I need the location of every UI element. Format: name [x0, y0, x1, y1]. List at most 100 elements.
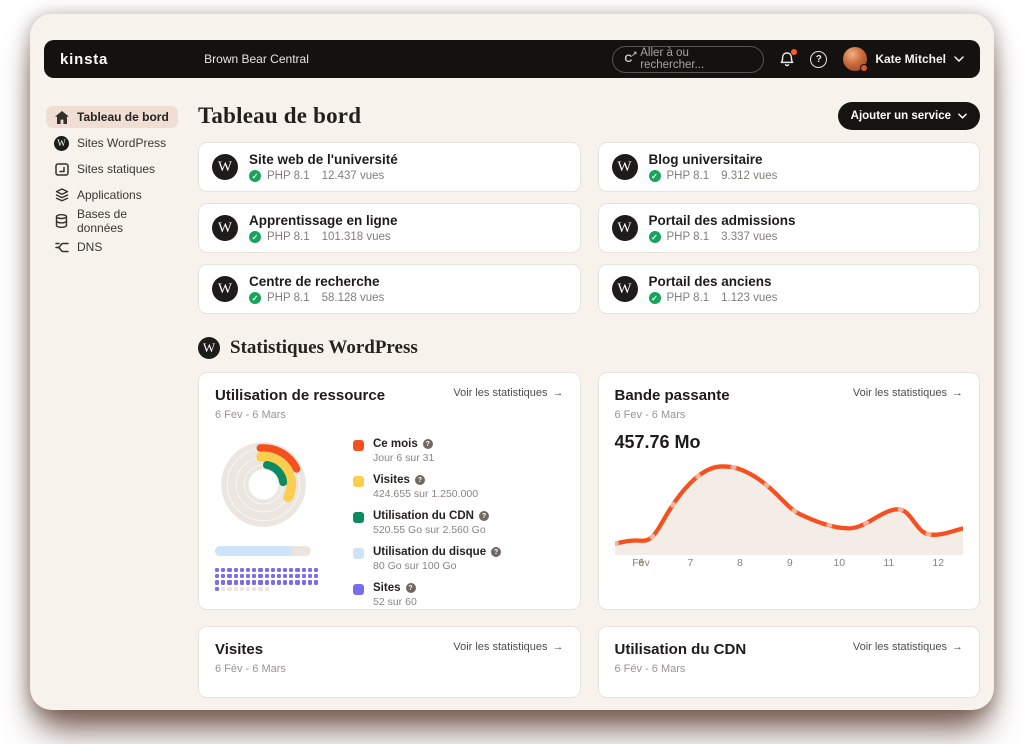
status-ok-icon: ✓ [249, 170, 261, 182]
help-button[interactable]: ? [810, 51, 827, 68]
site-card[interactable]: W Apprentissage en ligne ✓ PHP 8.1 101.3… [198, 203, 581, 253]
site-dot [227, 587, 231, 591]
legend-item: Sites? 52 sur 60 [353, 582, 501, 608]
arrow-right-icon: → [952, 641, 963, 653]
site-dot [240, 568, 244, 572]
site-dot [246, 587, 250, 591]
help-icon[interactable]: ? [479, 511, 489, 521]
legend-item: Utilisation du disque? 80 Go sur 100 Go [353, 546, 501, 572]
site-dot [271, 580, 275, 584]
sidebar-item-dns[interactable]: DNS [46, 236, 178, 258]
sidebar-item-applications[interactable]: Applications [46, 184, 178, 206]
site-dot [265, 568, 269, 572]
site-dot [221, 574, 225, 578]
site-card[interactable]: W Portail des anciens ✓ PHP 8.1 1.123 vu… [598, 264, 981, 314]
site-card[interactable]: W Blog universitaire ✓ PHP 8.1 9.312 vue… [598, 142, 981, 192]
legend-swatch [353, 548, 364, 559]
sidebar-item-databases[interactable]: Bases de données [46, 210, 178, 232]
chevron-down-icon [954, 56, 964, 62]
site-views: 3.337 vues [721, 231, 777, 243]
site-dot [215, 587, 219, 591]
status-ok-icon: ✓ [249, 292, 261, 304]
search-placeholder: Aller à ou rechercher... [640, 47, 752, 71]
avatar [843, 47, 867, 71]
main-content: Tableau de bord Ajouter un service W Sit… [182, 78, 980, 698]
site-dot [215, 574, 219, 578]
x-tick: 8 [737, 557, 743, 569]
php-version: PHP 8.1 [667, 170, 710, 182]
date-range: 6 Fev - 6 Mars [215, 409, 564, 421]
wordpress-icon: W [612, 276, 638, 302]
add-service-button[interactable]: Ajouter un service [838, 102, 980, 130]
help-icon[interactable]: ? [491, 547, 501, 557]
global-search-input[interactable]: C↗ Aller à ou rechercher... [612, 46, 764, 73]
site-dot [234, 574, 238, 578]
company-name: Brown Bear Central [204, 52, 309, 66]
site-dot [258, 568, 262, 572]
php-version: PHP 8.1 [667, 231, 710, 243]
status-ok-icon: ✓ [649, 231, 661, 243]
site-dot [314, 574, 318, 578]
php-version: PHP 8.1 [267, 292, 310, 304]
site-dot [308, 574, 312, 578]
legend-swatch [353, 584, 364, 595]
date-range: 6 Fév - 6 Mars [615, 663, 964, 675]
card-title: Visites [215, 641, 263, 658]
site-views: 101.318 vues [322, 231, 391, 243]
dns-icon [54, 240, 69, 255]
sidebar-item-dashboard[interactable]: Tableau de bord [46, 106, 178, 128]
card-title: Utilisation du CDN [615, 641, 747, 658]
site-dot [246, 574, 250, 578]
arrow-right-icon: → [952, 387, 963, 399]
app-window: kinsta Brown Bear Central C↗ Aller à ou … [30, 14, 994, 710]
site-dot [215, 580, 219, 584]
site-card[interactable]: W Site web de l'université ✓ PHP 8.1 12.… [198, 142, 581, 192]
site-dot [308, 568, 312, 572]
disk-usage-bar [215, 546, 311, 556]
legend-swatch [353, 440, 364, 451]
site-dot [234, 580, 238, 584]
site-dot [240, 587, 244, 591]
help-icon[interactable]: ? [423, 439, 433, 449]
site-dot [240, 574, 244, 578]
site-dot [258, 574, 262, 578]
site-dot [258, 587, 262, 591]
site-dot [221, 587, 225, 591]
status-ok-icon: ✓ [649, 292, 661, 304]
site-dot [252, 574, 256, 578]
site-card[interactable]: W Portail des admissions ✓ PHP 8.1 3.337… [598, 203, 981, 253]
date-range: 6 Fév - 6 Mars [215, 663, 564, 675]
visits-card: Visites Voir les statistiques→ 6 Fév - 6… [198, 626, 581, 698]
site-card[interactable]: W Centre de recherche ✓ PHP 8.1 58.128 v… [198, 264, 581, 314]
site-dot [271, 574, 275, 578]
notifications-button[interactable] [779, 51, 795, 68]
card-title: Utilisation de ressource [215, 387, 385, 404]
site-dot [302, 580, 306, 584]
view-statistics-link[interactable]: Voir les statistiques→ [453, 641, 563, 653]
site-views: 1.123 vues [721, 292, 777, 304]
cdn-usage-card: Utilisation du CDN Voir les statistiques… [598, 626, 981, 698]
site-dot [215, 568, 219, 572]
wordpress-icon: W [54, 136, 69, 151]
x-tick: 7 [688, 557, 694, 569]
site-dot [252, 568, 256, 572]
home-icon [54, 110, 69, 125]
site-dot [234, 568, 238, 572]
database-icon [54, 214, 69, 229]
avatar-badge [860, 64, 868, 72]
help-icon[interactable]: ? [415, 475, 425, 485]
help-icon[interactable]: ? [406, 583, 416, 593]
bandwidth-line-chart [615, 455, 964, 555]
section-title: Statistiques WordPress [230, 337, 418, 359]
static-site-icon [54, 162, 69, 177]
sidebar-item-static-sites[interactable]: Sites statiques [46, 158, 178, 180]
site-dot [295, 574, 299, 578]
user-menu[interactable]: Kate Mitchel [843, 47, 964, 71]
site-dot [258, 580, 262, 584]
view-statistics-link[interactable]: Voir les statistiques→ [453, 387, 563, 399]
wordpress-icon: W [612, 215, 638, 241]
view-statistics-link[interactable]: Voir les statistiques→ [853, 641, 963, 653]
sidebar-item-wordpress-sites[interactable]: W Sites WordPress [46, 132, 178, 154]
view-statistics-link[interactable]: Voir les statistiques→ [853, 387, 963, 399]
site-dot [277, 568, 281, 572]
